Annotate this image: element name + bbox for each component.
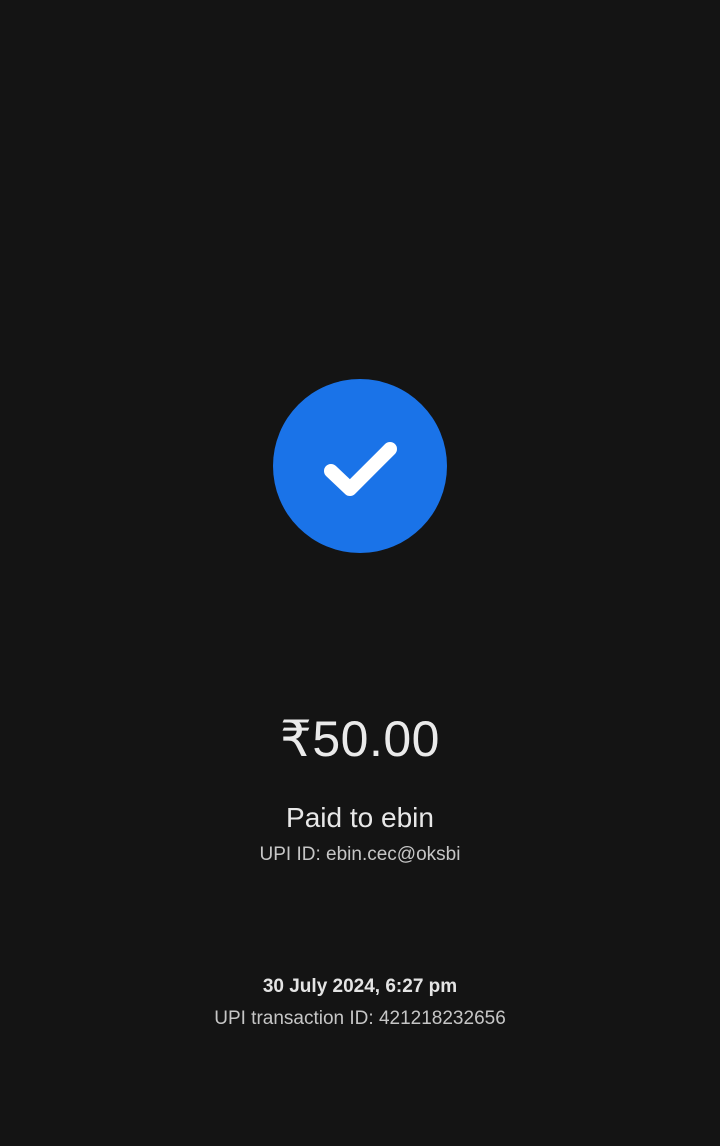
payment-amount: ₹50.00: [280, 711, 440, 767]
transaction-id: UPI transaction ID: 421218232656: [214, 1008, 506, 1029]
payee-name: Paid to ebin: [286, 802, 434, 833]
payment-success-screen: ₹50.00 Paid to ebin UPI ID: ebin.cec@oks…: [0, 0, 720, 1146]
success-badge: [273, 379, 447, 553]
transaction-datetime: 30 July 2024, 6:27 pm: [262, 976, 458, 997]
check-icon: [324, 442, 397, 496]
payee-upi-id: UPI ID: ebin.cec@oksbi: [259, 844, 461, 865]
